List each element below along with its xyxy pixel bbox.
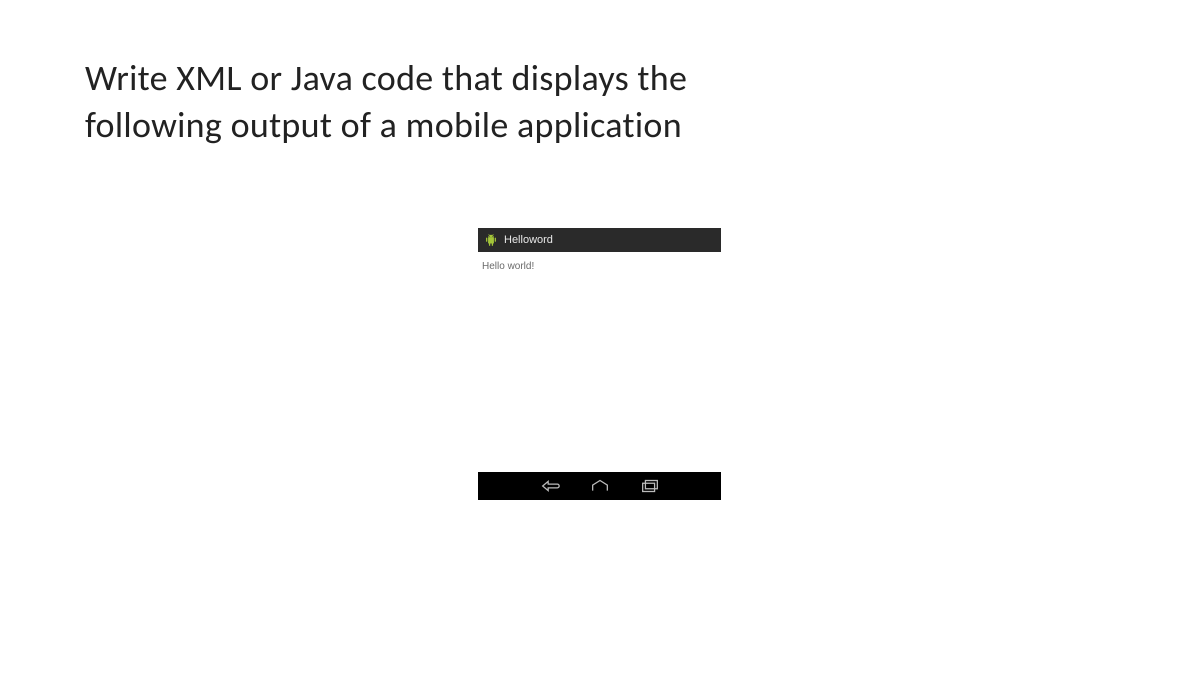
question-line1: Write XML or Java code that displays the — [85, 55, 687, 102]
recents-icon[interactable] — [639, 479, 661, 493]
body-text: Hello world! — [482, 261, 534, 272]
home-icon[interactable] — [589, 479, 611, 493]
question-text: Write XML or Java code that displays the… — [85, 55, 687, 149]
app-title: Helloword — [504, 234, 553, 246]
action-bar: Helloword — [478, 228, 721, 252]
navigation-bar — [478, 472, 721, 500]
app-content: Hello world! — [478, 252, 721, 472]
question-line2: following output of a mobile application — [85, 102, 687, 149]
android-app-icon — [484, 233, 498, 247]
back-icon[interactable] — [539, 479, 561, 493]
device-frame: Helloword Hello world! — [478, 228, 721, 500]
